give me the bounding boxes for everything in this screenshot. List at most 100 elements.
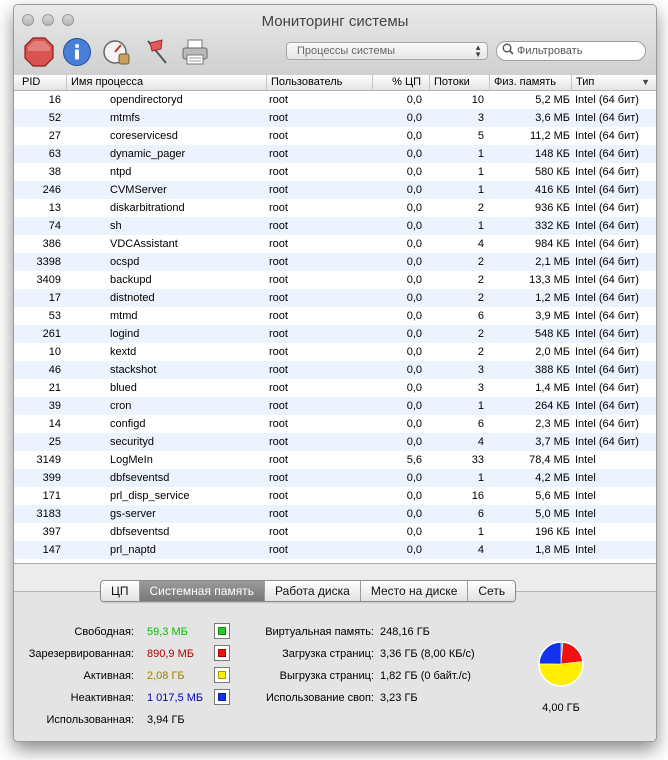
- used-memory-label: Использованная:: [46, 714, 134, 726]
- flag-icon[interactable]: [142, 37, 172, 67]
- process-row[interactable]: 397 dbfseventsd root 0,0 1 196 КБ Intel: [14, 523, 656, 541]
- active-memory-value: 2,08 ГБ: [147, 670, 185, 682]
- process-row[interactable]: 52 mtmfs root 0,0 3 3,6 МБ Intel (64 бит): [14, 109, 656, 127]
- process-row[interactable]: 13 diskarbitrationd root 0,0 2 936 КБ Intel (6…: [14, 199, 656, 217]
- column-header-user[interactable]: Пользователь: [266, 75, 372, 90]
- process-row[interactable]: 3149 LogMeIn root 5,6 33 78,4 МБ Intel: [14, 451, 656, 469]
- process-filter-value: Процессы системы: [297, 45, 396, 57]
- process-row[interactable]: 386 VDCAssistant root 0,0 4 984 КБ Intel (64 б…: [14, 235, 656, 253]
- process-row[interactable]: 171 prl_disp_service root 0,0 16 5,6 МБ Intel: [14, 487, 656, 505]
- threads-cell: 1: [477, 400, 484, 412]
- process-row[interactable]: 3183 gs-server root 0,0 6 5,0 МБ Intel: [14, 505, 656, 523]
- process-name-cell: prl_naptd: [110, 544, 156, 556]
- memory-cell: 5,2 МБ: [535, 94, 570, 106]
- pid-cell: 38: [48, 166, 61, 178]
- process-row[interactable]: 16 opendirectoryd root 0,0 10 5,2 МБ Intel (64…: [14, 91, 656, 109]
- process-row[interactable]: 27 coreservicesd root 0,0 5 11,2 МБ Intel (64 …: [14, 127, 656, 145]
- process-filter-select[interactable]: Процессы системы ▲ ▼: [286, 42, 488, 60]
- cpu-cell: 0,0: [406, 526, 422, 538]
- pid-cell: 10: [48, 346, 61, 358]
- process-row[interactable]: 21 blued root 0,0 3 1,4 МБ Intel (64 бит): [14, 379, 656, 397]
- threads-cell: 4: [477, 238, 484, 250]
- pid-cell: 3149: [36, 454, 61, 466]
- process-name-cell: cron: [110, 400, 132, 412]
- virtual-memory-value: 248,16 ГБ: [380, 626, 430, 638]
- process-row[interactable]: 10 kextd root 0,0 2 2,0 МБ Intel (64 бит): [14, 343, 656, 361]
- column-header-cpu[interactable]: % ЦП: [372, 75, 429, 90]
- memory-cell: 3,9 МБ: [535, 310, 570, 322]
- process-row[interactable]: 17 distnoted root 0,0 2 1,2 МБ Intel (64 бит): [14, 289, 656, 307]
- wired-color-swatch[interactable]: [214, 645, 230, 661]
- process-row[interactable]: 39 cron root 0,0 1 264 КБ Intel (64 бит): [14, 397, 656, 415]
- process-row[interactable]: 399 dbfseventsd root 0,0 1 4,2 МБ Intel: [14, 469, 656, 487]
- pid-cell: 25: [48, 436, 61, 448]
- column-header-type[interactable]: Тип ▼: [571, 75, 656, 90]
- tab-network[interactable]: Сеть: [468, 581, 516, 601]
- process-name-cell: dbfseventsd: [110, 526, 170, 538]
- column-header-pid[interactable]: PID: [14, 75, 66, 90]
- pid-cell: 52: [48, 112, 61, 124]
- process-row[interactable]: 53 mtmd root 0,0 6 3,9 МБ Intel (64 бит): [14, 307, 656, 325]
- page-outs-label: Выгрузка страниц:: [279, 670, 374, 682]
- wired-memory-label: Зарезервированная:: [28, 648, 134, 660]
- threads-cell: 1: [477, 166, 484, 178]
- tab-cpu[interactable]: ЦП: [101, 581, 140, 601]
- quit-process-icon[interactable]: [24, 37, 54, 67]
- cpu-cell: 0,0: [406, 382, 422, 394]
- user-cell: root: [269, 292, 288, 304]
- virtual-memory-label: Виртуальная память:: [265, 626, 374, 638]
- pid-cell: 63: [48, 148, 61, 160]
- type-cell: Intel: [575, 472, 596, 484]
- free-color-swatch[interactable]: [214, 623, 230, 639]
- activity-monitor-window: Мониторинг системы Процессы системы ▲ ▼ …: [13, 4, 657, 742]
- cpu-cell: 0,0: [406, 472, 422, 484]
- type-cell: Intel: [575, 508, 596, 520]
- column-header-threads[interactable]: Потоки: [429, 75, 489, 90]
- cpu-cell: 0,0: [406, 436, 422, 448]
- process-row[interactable]: 147 prl_naptd root 0,0 4 1,8 МБ Intel: [14, 541, 656, 559]
- threads-cell: 1: [477, 184, 484, 196]
- active-memory-label: Активная:: [83, 670, 134, 682]
- process-name-cell: sh: [110, 220, 122, 232]
- cpu-cell: 0,0: [406, 364, 422, 376]
- filter-search-field[interactable]: Фильтровать: [496, 41, 646, 61]
- process-row[interactable]: 261 logind root 0,0 2 548 КБ Intel (64 бит): [14, 325, 656, 343]
- process-row[interactable]: 63 dynamic_pager root 0,0 1 148 КБ Intel (64 б…: [14, 145, 656, 163]
- process-row[interactable]: 3409 backupd root 0,0 2 13,3 МБ Intel (64 бит): [14, 271, 656, 289]
- process-row[interactable]: 3398 ocspd root 0,0 2 2,1 МБ Intel (64 бит): [14, 253, 656, 271]
- active-color-swatch[interactable]: [214, 667, 230, 683]
- process-row[interactable]: 246 CVMServer root 0,0 1 416 КБ Intel (64 бит): [14, 181, 656, 199]
- cpu-cell: 0,0: [406, 112, 422, 124]
- threads-cell: 1: [477, 220, 484, 232]
- tab-system-memory[interactable]: Системная память: [139, 581, 265, 601]
- threads-cell: 4: [477, 544, 484, 556]
- threads-cell: 2: [477, 292, 484, 304]
- memory-cell: 264 КБ: [534, 400, 570, 412]
- column-header-name[interactable]: Имя процесса: [66, 75, 266, 90]
- process-table-header: PID Имя процесса Пользователь % ЦП Поток…: [14, 75, 656, 91]
- tab-disk-activity[interactable]: Работа диска: [264, 581, 361, 601]
- column-header-memory[interactable]: Физ. память: [489, 75, 571, 90]
- memory-cell: 332 КБ: [534, 220, 570, 232]
- inspect-info-icon[interactable]: [62, 37, 92, 67]
- process-row[interactable]: 46 stackshot root 0,0 3 388 КБ Intel (64 бит): [14, 361, 656, 379]
- cpu-cell: 0,0: [406, 166, 422, 178]
- process-table-body[interactable]: 16 opendirectoryd root 0,0 10 5,2 МБ Intel (64…: [14, 91, 656, 563]
- process-row[interactable]: 38 ntpd root 0,0 1 580 КБ Intel (64 бит): [14, 163, 656, 181]
- type-cell: Intel: [575, 544, 596, 556]
- memory-cell: 148 КБ: [534, 148, 570, 160]
- type-cell: Intel (64 бит): [575, 364, 639, 376]
- tab-disk-usage[interactable]: Место на диске: [360, 581, 469, 601]
- print-icon[interactable]: [180, 37, 210, 67]
- sample-process-icon[interactable]: [102, 37, 132, 67]
- process-row[interactable]: 25 securityd root 0,0 4 3,7 МБ Intel (64 бит): [14, 433, 656, 451]
- process-row[interactable]: 14 configd root 0,0 6 2,3 МБ Intel (64 бит): [14, 415, 656, 433]
- user-cell: root: [269, 490, 288, 502]
- process-row[interactable]: 74 sh root 0,0 1 332 КБ Intel (64 бит): [14, 217, 656, 235]
- user-cell: root: [269, 94, 288, 106]
- cpu-cell: 5,6: [406, 454, 422, 466]
- split-divider[interactable]: [14, 563, 656, 564]
- inactive-color-swatch[interactable]: [214, 689, 230, 705]
- pid-cell: 386: [42, 238, 61, 250]
- user-cell: root: [269, 436, 288, 448]
